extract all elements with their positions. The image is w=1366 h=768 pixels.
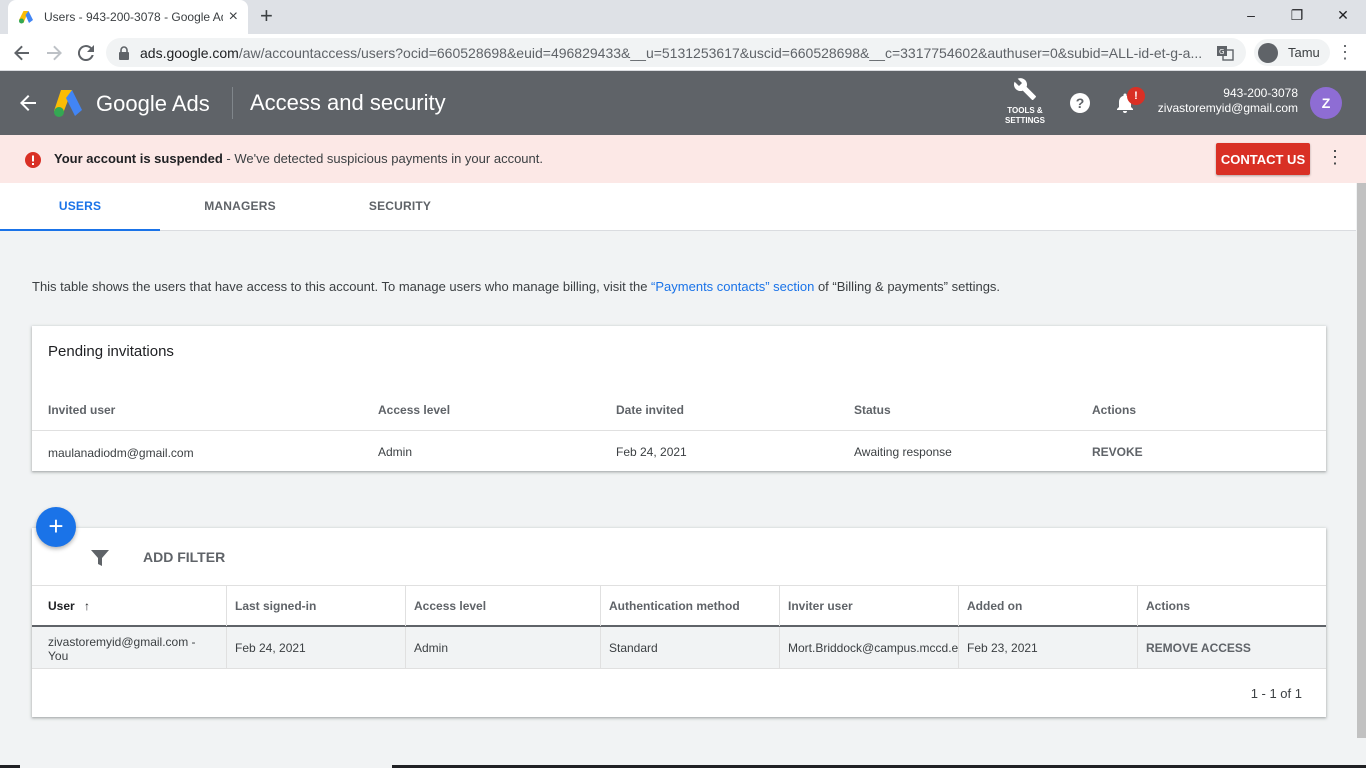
browser-menu-icon[interactable]: ⋮	[1336, 42, 1354, 62]
svg-text:G: G	[1219, 48, 1224, 56]
lock-icon	[119, 45, 129, 60]
tools-label: TOOLS & SETTINGS	[1004, 106, 1045, 125]
column-header-access-level[interactable]: Access level	[406, 586, 601, 626]
restore-button[interactable]: ❐	[1274, 0, 1320, 30]
pending-invitations-card: Pending invitations Invited user Access …	[32, 326, 1326, 471]
translate-icon[interactable]: G	[1216, 44, 1234, 62]
suspension-message: Your account is suspended - We've detect…	[54, 151, 543, 166]
address-bar[interactable]: ads.google.com/aw/accountaccess/users?oc…	[106, 38, 1246, 67]
new-tab-button[interactable]: +	[260, 5, 273, 27]
column-header-added-on[interactable]: Added on	[959, 586, 1138, 626]
column-header-actions: Actions	[1146, 599, 1191, 613]
column-header-user[interactable]: User ↑	[32, 586, 227, 626]
access-level-cell: Admin	[378, 445, 413, 459]
authentication-method-cell: Standard	[601, 627, 780, 668]
profile-name: Tamu	[1288, 45, 1320, 60]
add-user-button[interactable]: +	[36, 507, 76, 547]
column-header-status: Status	[854, 403, 891, 417]
google-ads-logo-icon	[54, 90, 82, 117]
google-ads-favicon-icon	[19, 11, 33, 24]
suspension-banner: Your account is suspended - We've detect…	[0, 135, 1366, 183]
minimize-button[interactable]: –	[1228, 0, 1274, 30]
page-tabs: USERS MANAGERS SECURITY	[0, 183, 1356, 231]
error-icon	[25, 152, 41, 168]
row-divider	[32, 430, 1326, 431]
filter-icon[interactable]	[90, 548, 110, 568]
last-signed-in-cell: Feb 24, 2021	[227, 627, 406, 668]
intro-text: This table shows the users that have acc…	[32, 279, 1001, 294]
browser-tabstrip: Users - 943-200-3078 - Google Ads × + – …	[0, 0, 1366, 34]
account-email: zivastoremyid@gmail.com	[1157, 101, 1298, 115]
table-row: zivastoremyid@gmail.com - You Feb 24, 20…	[32, 627, 1326, 669]
tools-settings-button[interactable]: TOOLS & SETTINGS	[1000, 77, 1050, 126]
back-arrow-icon[interactable]	[16, 91, 40, 115]
page-title: Access and security	[250, 90, 446, 115]
sort-arrow-up-icon: ↑	[84, 599, 91, 613]
account-info[interactable]: 943-200-3078 zivastoremyid@gmail.com	[1158, 86, 1298, 116]
browser-tab[interactable]: Users - 943-200-3078 - Google Ads ×	[8, 0, 248, 34]
back-arrow-icon[interactable]	[10, 41, 34, 65]
invited-user-cell: maulanadiodm@gmail.com	[48, 446, 194, 460]
user-cell: zivastoremyid@gmail.com - You	[32, 627, 227, 668]
column-header-access-level: Access level	[378, 403, 451, 417]
pagination-text: 1 - 1 of 1	[1250, 686, 1302, 701]
remove-access-button[interactable]: REMOVE ACCESS	[1138, 627, 1326, 668]
column-header-actions: Actions	[1092, 403, 1137, 417]
access-level-cell: Admin	[406, 627, 601, 668]
payments-contacts-link[interactable]: “Payments contacts” section	[651, 279, 814, 294]
reload-icon[interactable]	[74, 41, 98, 65]
notification-badge: !	[1127, 87, 1145, 105]
added-on-cell: Feb 23, 2021	[959, 627, 1138, 668]
more-options-icon[interactable]: ⋮	[1326, 147, 1344, 171]
users-table-header: User ↑ Last signed-in Access level Authe…	[32, 585, 1326, 627]
header-divider	[232, 87, 233, 119]
browser-tab-title: Users - 943-200-3078 - Google Ads	[44, 10, 223, 24]
tab-managers[interactable]: MANAGERS	[160, 183, 320, 231]
help-icon[interactable]: ?	[1068, 91, 1092, 115]
column-header-authentication-method[interactable]: Authentication method	[601, 586, 780, 626]
column-header-inviter-user[interactable]: Inviter user	[780, 586, 959, 626]
url-text: ads.google.com/aw/accountaccess/users?oc…	[140, 44, 1203, 61]
column-header-last-signed-in[interactable]: Last signed-in	[227, 586, 406, 626]
status-cell: Awaiting response	[854, 445, 952, 459]
ads-header: Google Ads Access and security TOOLS & SE…	[0, 71, 1366, 135]
inviter-user-cell: Mort.Briddock@campus.mccd.edu	[780, 627, 959, 668]
wrench-icon	[1013, 78, 1036, 100]
tab-users[interactable]: USERS	[0, 183, 160, 231]
page-scrollbar[interactable]	[1357, 183, 1366, 738]
column-header-date-invited: Date invited	[616, 403, 685, 417]
users-table-card: ADD FILTER User ↑ Last signed-in Access …	[32, 528, 1326, 717]
column-header-invited-user: Invited user	[48, 403, 116, 417]
tab-close-icon[interactable]: ×	[229, 8, 238, 26]
profile-button[interactable]: Tamu	[1254, 39, 1330, 66]
browser-toolbar: ads.google.com/aw/accountaccess/users?oc…	[0, 34, 1366, 71]
revoke-button[interactable]: REVOKE	[1092, 445, 1143, 459]
account-avatar[interactable]: Z	[1310, 87, 1342, 119]
tab-security[interactable]: SECURITY	[320, 183, 480, 231]
profile-avatar-icon	[1258, 42, 1278, 63]
close-window-button[interactable]: ✕	[1320, 0, 1366, 30]
add-filter-button[interactable]: ADD FILTER	[143, 549, 225, 565]
account-id: 943-200-3078	[1223, 86, 1298, 100]
contact-us-button[interactable]: CONTACT US	[1216, 143, 1310, 175]
date-invited-cell: Feb 24, 2021	[616, 445, 687, 459]
forward-arrow-icon[interactable]	[42, 41, 66, 65]
svg-text:?: ?	[1076, 95, 1085, 111]
pending-invitations-title: Pending invitations	[48, 343, 174, 360]
brand-name: Google Ads	[96, 91, 210, 116]
